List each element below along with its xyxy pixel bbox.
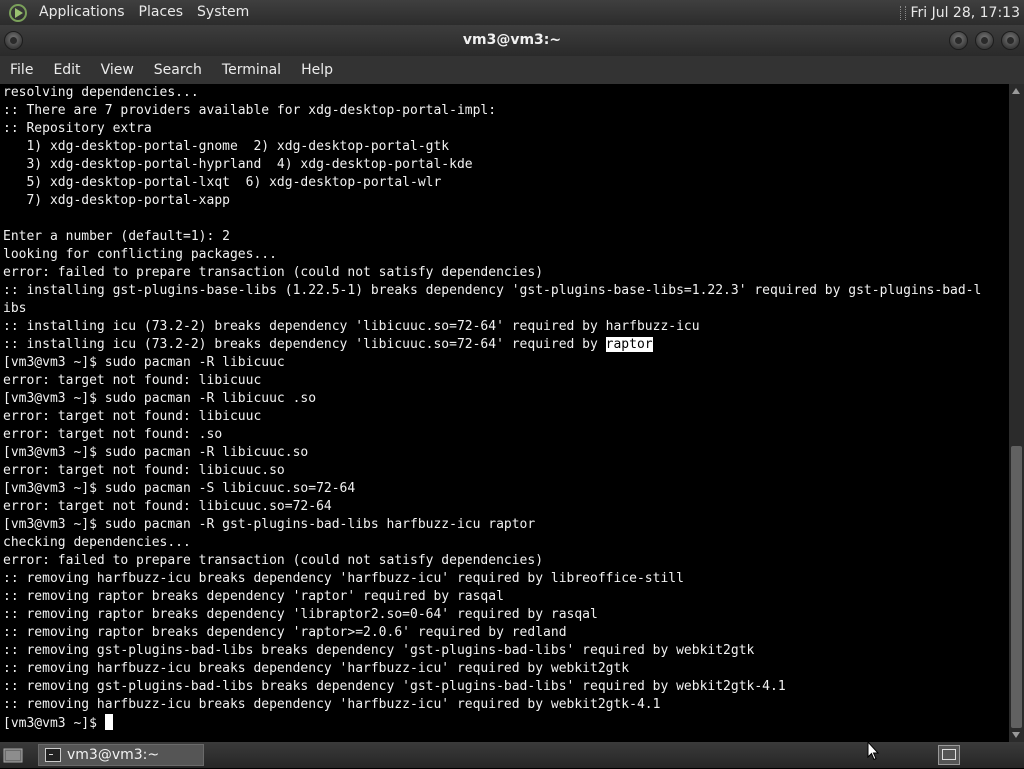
menu-edit[interactable]: Edit: [43, 56, 90, 84]
terminal-line: Enter a number (default=1): 2: [3, 229, 230, 244]
window-titlebar[interactable]: vm3@vm3:~: [0, 25, 1024, 56]
terminal-line: :: removing raptor breaks dependency 'li…: [3, 607, 598, 622]
terminal-line: looking for conflicting packages...: [3, 247, 277, 262]
applications-menu[interactable]: Applications: [32, 0, 132, 25]
terminal-line: :: removing harfbuzz-icu breaks dependen…: [3, 661, 630, 676]
terminal-line: resolving dependencies...: [3, 85, 199, 100]
terminal-line: :: installing gst-plugins-base-libs (1.2…: [3, 283, 982, 298]
close-button[interactable]: [1001, 31, 1020, 50]
terminal-line-highlight: :: installing icu (73.2-2) breaks depend…: [0, 336, 1009, 354]
scrollbar-thumb[interactable]: [1011, 446, 1022, 728]
terminal-line: error: failed to prepare transaction (co…: [3, 265, 544, 280]
scroll-down-icon[interactable]: [1012, 732, 1020, 738]
terminal-line: [vm3@vm3 ~]$ sudo pacman -R gst-plugins-…: [3, 517, 536, 532]
terminal-line: error: target not found: libicuuc: [3, 409, 262, 424]
terminal-line: 3) xdg-desktop-portal-hyprland 4) xdg-de…: [3, 157, 473, 172]
minimize-button[interactable]: [949, 31, 968, 50]
terminal-line: [vm3@vm3 ~]$ sudo pacman -R libicuuc: [3, 355, 285, 370]
terminal-line: 7) xdg-desktop-portal-xapp: [3, 193, 230, 208]
terminal-icon: [45, 748, 61, 762]
terminal-line: checking dependencies...: [3, 535, 191, 550]
terminal-line-text: :: installing icu (73.2-2) breaks depend…: [3, 337, 606, 352]
terminal-line: 5) xdg-desktop-portal-lxqt 6) xdg-deskto…: [3, 175, 442, 190]
terminal-line: error: target not found: libicuuc.so=72-…: [3, 499, 332, 514]
menu-file[interactable]: File: [0, 56, 43, 84]
mouse-pointer-icon: [867, 741, 879, 761]
terminal-prompt: [vm3@vm3 ~]$: [3, 716, 105, 731]
places-menu[interactable]: Places: [132, 0, 191, 25]
menu-search[interactable]: Search: [144, 56, 212, 84]
terminal-line: :: removing gst-plugins-bad-libs breaks …: [3, 643, 755, 658]
terminal-output[interactable]: resolving dependencies... :: There are 7…: [0, 84, 1009, 742]
workspace-switcher-icon[interactable]: [938, 745, 960, 765]
terminal-line: [vm3@vm3 ~]$ sudo pacman -R libicuuc.so: [3, 445, 309, 460]
terminal-line: error: target not found: libicuuc: [3, 373, 262, 388]
terminal-line: 1) xdg-desktop-portal-gnome 2) xdg-deskt…: [3, 139, 450, 154]
selected-text[interactable]: raptor: [605, 337, 653, 352]
text-cursor: [104, 714, 113, 730]
menubar: File Edit View Search Terminal Help: [0, 56, 1024, 84]
clock[interactable]: Fri Jul 28, 17:13: [910, 5, 1024, 21]
terminal-line: :: installing icu (73.2-2) breaks depend…: [3, 319, 700, 334]
terminal-line: :: Repository extra: [3, 121, 152, 136]
panel-separator: [900, 5, 907, 20]
menu-help[interactable]: Help: [291, 56, 343, 84]
terminal-line: :: removing harfbuzz-icu breaks dependen…: [3, 571, 684, 586]
menu-view[interactable]: View: [91, 56, 144, 84]
menu-terminal[interactable]: Terminal: [212, 56, 291, 84]
terminal-scrollbar[interactable]: [1009, 84, 1024, 742]
terminal-line: error: target not found: libicuuc.so: [3, 463, 285, 478]
show-desktop-icon[interactable]: [2, 745, 24, 765]
taskbar-window-button[interactable]: vm3@vm3:~: [38, 744, 204, 766]
top-panel: Applications Places System Fri Jul 28, 1…: [0, 0, 1024, 25]
terminal-line: [vm3@vm3 ~]$ sudo pacman -R libicuuc .so: [3, 391, 317, 406]
distro-logo-icon[interactable]: [8, 3, 28, 23]
terminal-line: :: removing raptor breaks dependency 'ra…: [3, 625, 567, 640]
terminal-line: error: failed to prepare transaction (co…: [3, 553, 544, 568]
terminal-line: :: removing raptor breaks dependency 'ra…: [3, 589, 504, 604]
terminal-line: ibs: [3, 301, 27, 316]
terminal-line: error: target not found: .so: [3, 427, 223, 442]
window-title: vm3@vm3:~: [462, 32, 562, 48]
taskbar-window-label: vm3@vm3:~: [67, 747, 160, 763]
terminal-line: :: removing harfbuzz-icu breaks dependen…: [3, 697, 661, 712]
terminal-prompt-line[interactable]: [vm3@vm3 ~]$: [0, 714, 1009, 732]
terminal-line: :: There are 7 providers available for x…: [3, 103, 497, 118]
maximize-button[interactable]: [975, 31, 994, 50]
scroll-up-icon[interactable]: [1012, 88, 1020, 94]
terminal-line: [vm3@vm3 ~]$ sudo pacman -S libicuuc.so=…: [3, 481, 356, 496]
system-menu[interactable]: System: [190, 0, 256, 25]
terminal-line: :: removing gst-plugins-bad-libs breaks …: [3, 679, 786, 694]
